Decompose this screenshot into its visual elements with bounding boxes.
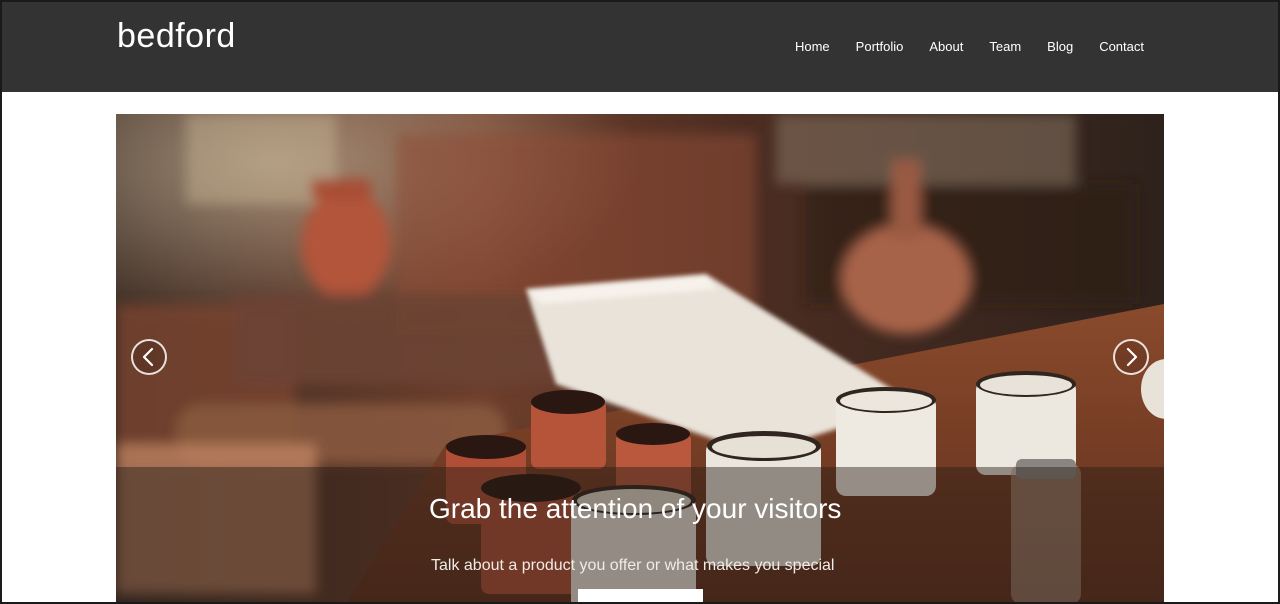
slider-prev-button[interactable]: [131, 339, 167, 375]
nav-item-blog[interactable]: Blog: [1047, 38, 1073, 56]
caption-overlay: [116, 467, 1164, 602]
nav-item-team[interactable]: Team: [989, 38, 1021, 56]
slider-next-button[interactable]: [1113, 339, 1149, 375]
hero-slider: Grab the attention of your visitors Talk…: [116, 114, 1164, 602]
nav-item-portfolio[interactable]: Portfolio: [856, 38, 904, 56]
browser-frame: bedford Home Portfolio About Team Blog C…: [0, 0, 1280, 604]
nav-item-home[interactable]: Home: [795, 38, 830, 56]
site-logo[interactable]: bedford: [117, 16, 236, 56]
site-header: bedford Home Portfolio About Team Blog C…: [2, 2, 1278, 92]
nav-item-contact[interactable]: Contact: [1099, 38, 1144, 56]
hero-cta-button[interactable]: [578, 589, 703, 602]
main-nav: Home Portfolio About Team Blog Contact: [769, 38, 1144, 56]
hero-title: Grab the attention of your visitors: [429, 493, 842, 524]
chevron-left-icon: [142, 347, 154, 367]
chevron-right-icon: [1126, 347, 1138, 367]
hero-subtitle: Talk about a product you offer or what m…: [431, 557, 835, 574]
nav-item-about[interactable]: About: [929, 38, 963, 56]
